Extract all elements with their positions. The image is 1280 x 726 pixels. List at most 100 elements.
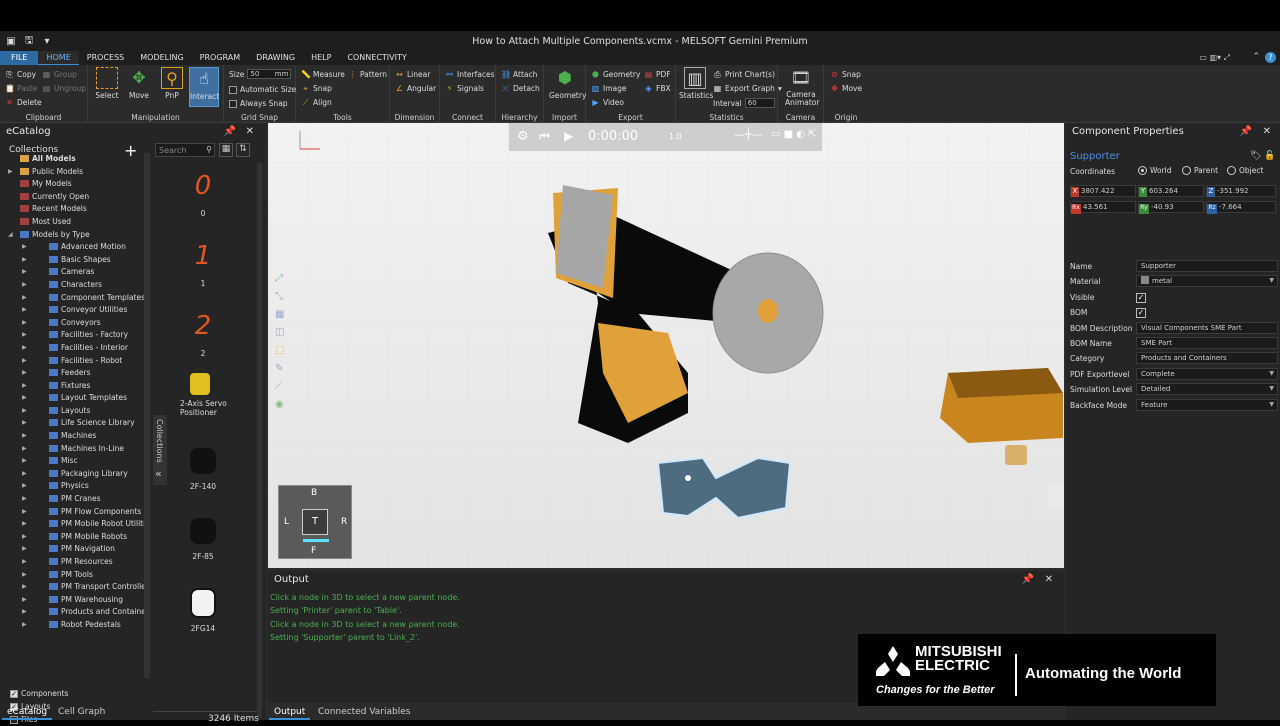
tab-connected-variables[interactable]: Connected Variables [313, 704, 415, 720]
property-value[interactable]: Visual Components SME Part [1136, 321, 1278, 334]
export-geometry-button[interactable]: ⬢ Geometry [591, 70, 640, 79]
tab-process[interactable]: PROCESS [79, 51, 132, 65]
chevron-right-icon[interactable]: ▶ [22, 430, 27, 443]
chevron-right-icon[interactable]: ▶ [22, 468, 27, 481]
print-charts-button[interactable]: ⎙ Print Chart(s) [713, 70, 775, 79]
projection-icon[interactable]: ◫ [275, 327, 289, 345]
tree-scrollbar[interactable] [144, 153, 150, 678]
x-field[interactable]: X 3807.422 [1070, 185, 1136, 197]
tab-file[interactable]: FILE [0, 51, 39, 65]
chevron-right-icon[interactable]: ▶ [22, 279, 27, 292]
reset-icon[interactable]: ⏮ [539, 129, 550, 144]
tree-item[interactable]: ▶ Layouts [4, 405, 144, 418]
view-cube[interactable]: B L R F T [278, 485, 352, 559]
rz-field[interactable]: Rz -7.664 [1206, 201, 1276, 214]
tab-modeling[interactable]: MODELING [132, 51, 191, 65]
sort-icon[interactable]: ⇅ [236, 143, 250, 157]
chevron-right-icon[interactable]: ▶ [22, 241, 27, 254]
chevron-right-icon[interactable]: ▶ [22, 556, 27, 569]
catalog-item-0[interactable]: 00 [155, 163, 251, 218]
attach-button[interactable]: ⛓ Attach [501, 70, 537, 79]
tree-item[interactable]: ▶ Conveyors [4, 317, 144, 330]
lock-icon[interactable]: 🔓 [1264, 151, 1275, 161]
select-button[interactable]: Select [92, 67, 122, 100]
layout-icons[interactable]: ▭ ▥▾ ⤢ [1199, 53, 1230, 63]
search-input[interactable]: Search ⚲ [155, 143, 215, 157]
tree-item[interactable]: ▶ PM Navigation [4, 543, 144, 556]
close-icon[interactable]: ✕ [246, 123, 254, 141]
chevron-right-icon[interactable]: ▶ [22, 455, 27, 468]
tab-ecatalog[interactable]: eCatalog [2, 704, 53, 720]
coord-parent-radio[interactable]: Parent [1182, 166, 1218, 175]
chevron-right-icon[interactable]: ▶ [22, 355, 27, 368]
tree-item[interactable]: ▶ Misc [4, 455, 144, 468]
catalog-item-2f85[interactable]: 2F-85 [155, 518, 251, 561]
origin-move-button[interactable]: ✥ Move [830, 84, 862, 93]
render-mode-icon[interactable]: ▦ [275, 309, 289, 327]
pnp-button[interactable]: ⚲ PnP [157, 67, 187, 100]
pin-icon[interactable]: 📌 [1022, 571, 1034, 589]
pin-icon[interactable]: 📌 [1240, 123, 1252, 141]
chevron-right-icon[interactable]: ▶ [22, 606, 27, 619]
delete-button[interactable]: ✕ Delete [5, 98, 42, 107]
chevron-down-icon[interactable]: ▼ [1269, 400, 1274, 410]
tree-item[interactable]: ▶ Layout Templates [4, 392, 144, 405]
tab-help[interactable]: HELP [303, 51, 339, 65]
interfaces-button[interactable]: ⚯ Interfaces [445, 70, 494, 79]
tree-item[interactable]: ▶ PM Resources [4, 556, 144, 569]
tree-item[interactable]: ▶ Physics [4, 480, 144, 493]
chevron-down-icon[interactable]: ◢ [8, 229, 13, 242]
chevron-right-icon[interactable]: ▶ [22, 367, 27, 380]
chevron-right-icon[interactable]: ▶ [22, 317, 27, 330]
measure-view-icon[interactable]: ✎ [275, 363, 289, 381]
help-icon[interactable]: ? [1265, 52, 1276, 63]
property-value[interactable]: Feature ▼ [1136, 398, 1278, 411]
origin-snap-button[interactable]: ⊙ Snap [830, 70, 861, 79]
automatic-size-checkbox[interactable]: Automatic Size [229, 85, 296, 94]
tree-item[interactable]: ▶ Machines In-Line [4, 443, 144, 456]
catalog-item-2fg14[interactable]: 2FG14 [155, 588, 251, 633]
property-value[interactable]: Products and Containers [1136, 352, 1278, 365]
speed-slider[interactable]: —┼— [734, 128, 763, 141]
rx-field[interactable]: Rx 43.561 [1070, 201, 1136, 214]
close-icon[interactable]: ✕ [1045, 571, 1053, 589]
tab-program[interactable]: PROGRAM [192, 51, 249, 65]
video-button[interactable]: ▶ Video [591, 98, 624, 107]
tree-item[interactable]: ▶ Conveyor Utilities [4, 304, 144, 317]
chevron-right-icon[interactable]: ▶ [22, 543, 27, 556]
import-geometry-button[interactable]: ⬢ Geometry [549, 67, 586, 100]
layers-icon[interactable]: ◉ [275, 399, 289, 417]
chevron-right-icon[interactable]: ▶ [22, 266, 27, 279]
group-button[interactable]: ▦ Group [42, 70, 77, 79]
tree-item[interactable]: ▶ Robot Pedestals [4, 619, 144, 632]
chevron-right-icon[interactable]: ▶ [22, 329, 27, 342]
chevron-right-icon[interactable]: ▶ [22, 506, 27, 519]
tree-item[interactable]: All Models [4, 153, 144, 166]
always-snap-checkbox[interactable]: Always Snap [229, 99, 288, 108]
chevron-right-icon[interactable]: ▶ [22, 619, 27, 632]
zoom-selected-icon[interactable]: ⤡ [275, 291, 289, 309]
property-value[interactable]: Complete ▼ [1136, 367, 1278, 380]
tree-item[interactable]: Currently Open [4, 191, 144, 204]
view-cube-front[interactable]: F [311, 546, 316, 556]
catalog-item-1[interactable]: 11 [155, 233, 251, 288]
zoom-fit-icon[interactable]: ⤢ [275, 273, 289, 291]
ry-field[interactable]: Ry -40.93 [1138, 201, 1204, 214]
move-button[interactable]: ✥ Move [124, 67, 154, 100]
paste-button[interactable]: 📋 Paste [5, 84, 37, 93]
signals-button[interactable]: ⚡ Signals [445, 84, 484, 93]
property-value[interactable]: Detailed ▼ [1136, 383, 1278, 396]
tree-item[interactable]: ▶ Component Templates [4, 292, 144, 305]
chevron-right-icon[interactable]: ▶ [22, 480, 27, 493]
chevron-right-icon[interactable]: ▶ [22, 581, 27, 594]
visible-checkbox[interactable]: ✓ [1136, 292, 1146, 303]
export-graph-button[interactable]: ▦ Export Graph ▾ [713, 84, 782, 93]
pdf-button[interactable]: ▤ PDF [644, 70, 671, 79]
tree-item[interactable]: ▶ PM Tools [4, 569, 144, 582]
tree-item[interactable]: ▶ Facilities - Factory [4, 329, 144, 342]
settings-gear-icon[interactable]: ⚙ [517, 129, 529, 144]
view-cube-right[interactable]: R [341, 517, 347, 527]
bom-checkbox[interactable]: ✓ [1136, 308, 1146, 319]
tree-item[interactable]: ▶ Packaging Library [4, 468, 144, 481]
close-icon[interactable]: ✕ [1263, 123, 1271, 141]
